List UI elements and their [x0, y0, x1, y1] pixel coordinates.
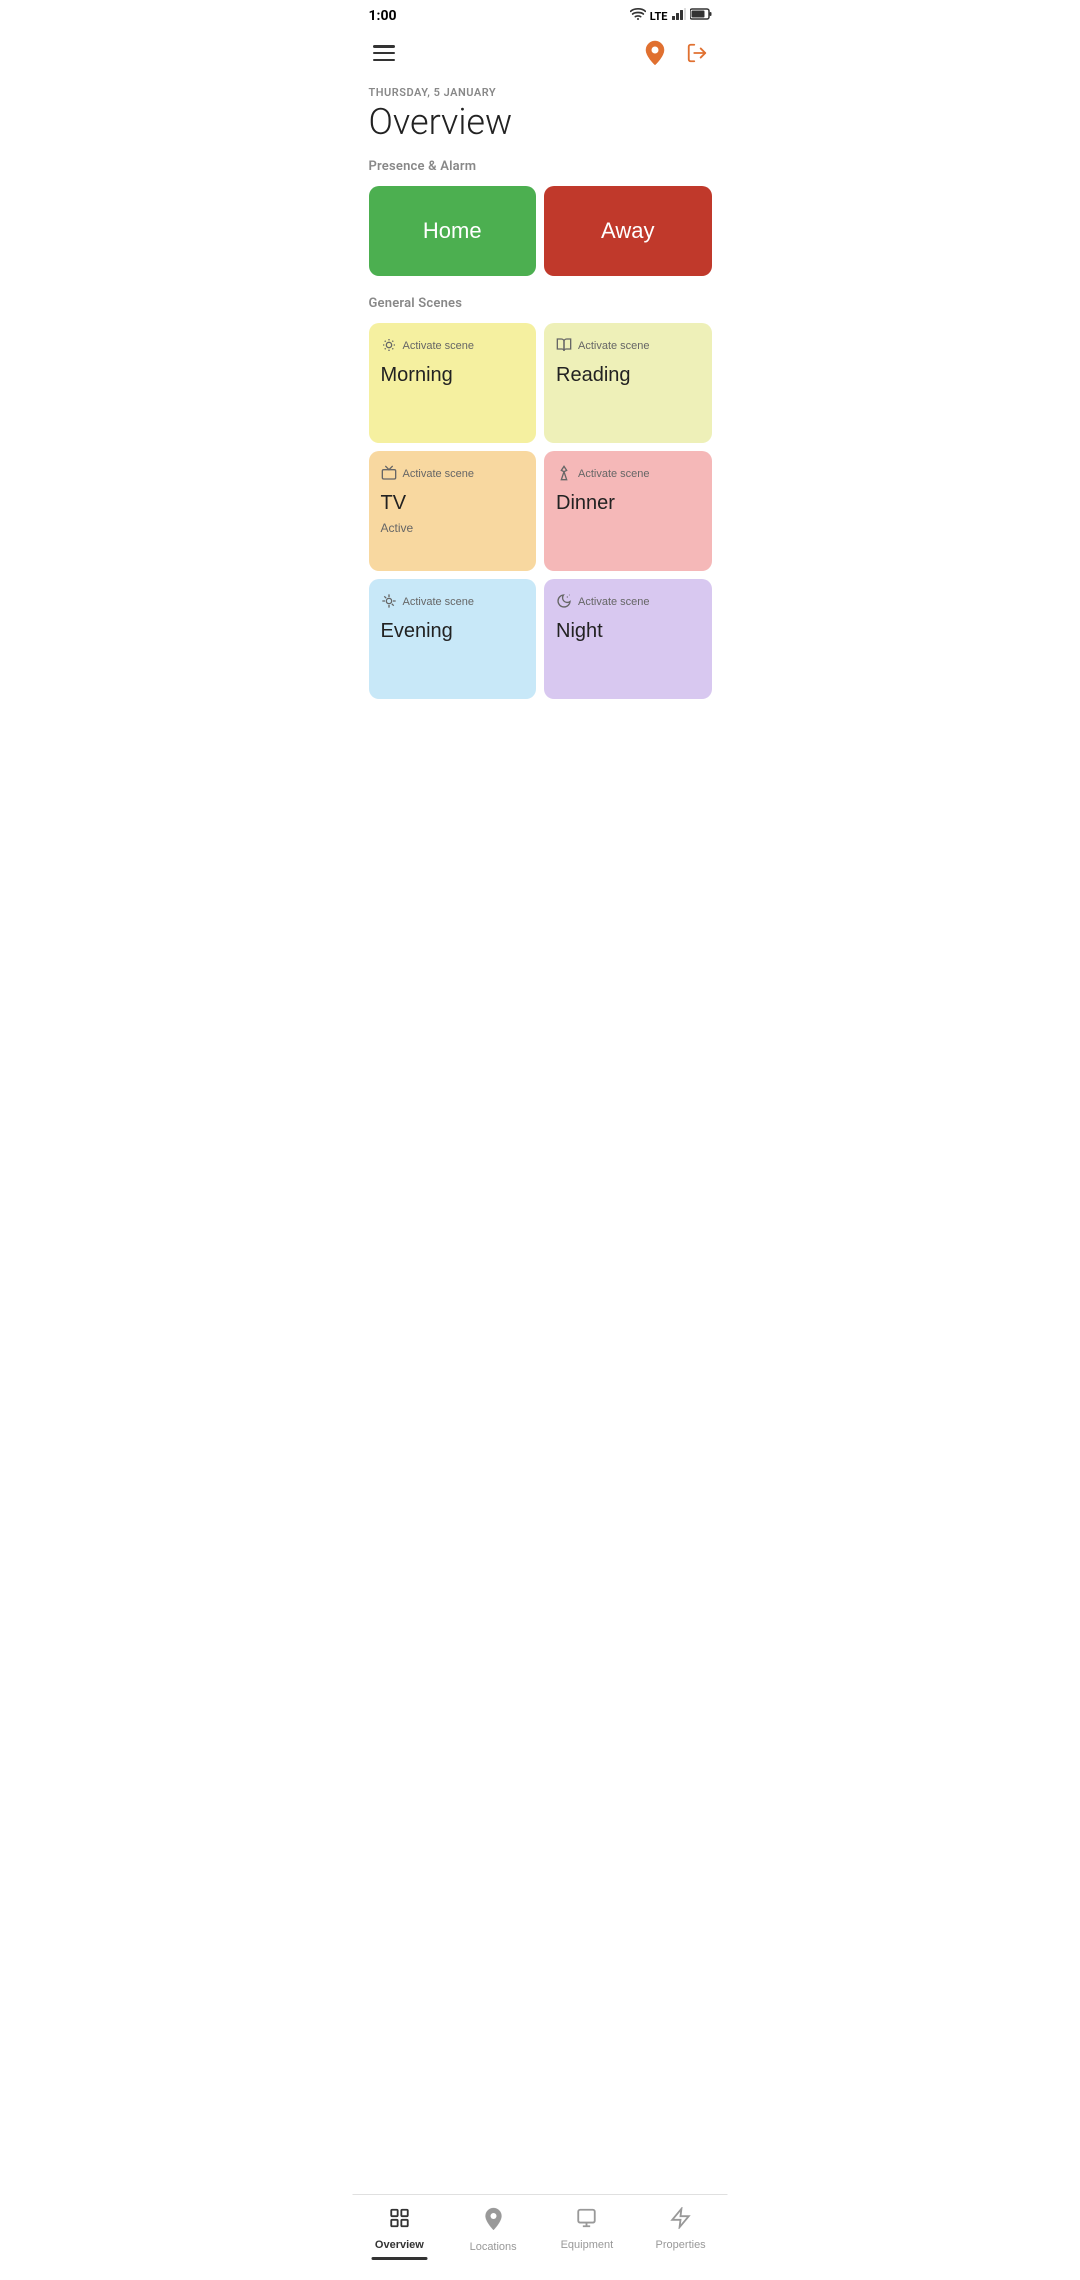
location-pin-button[interactable]	[640, 36, 670, 70]
tv-scene-name: TV	[381, 492, 525, 515]
wifi-icon	[630, 8, 646, 24]
tv-activate-label: Activate scene	[403, 468, 475, 480]
scene-label-tv: Activate scene	[381, 465, 525, 484]
scene-card-tv[interactable]: Activate scene TV Active	[369, 451, 537, 571]
status-icons: LTE	[630, 8, 712, 24]
scene-label-evening: Activate scene	[381, 593, 525, 612]
morning-activate-label: Activate scene	[403, 340, 475, 352]
bottom-nav: Overview Locations Equipment Properties	[353, 2194, 728, 2280]
scene-card-morning[interactable]: Activate scene Morning	[369, 323, 537, 443]
night-icon	[556, 593, 572, 612]
equipment-icon	[576, 2207, 598, 2235]
morning-icon	[381, 337, 397, 356]
overview-icon	[388, 2207, 410, 2235]
menu-button[interactable]	[369, 41, 399, 65]
evening-icon	[381, 593, 397, 612]
scene-grid: Activate scene Morning Activate scene Re…	[369, 323, 712, 699]
network-icon: LTE	[650, 10, 668, 23]
scene-card-night[interactable]: Activate scene Night	[544, 579, 712, 699]
general-scenes-title: General Scenes	[369, 296, 712, 311]
scene-label-dinner: Activate scene	[556, 465, 700, 484]
presence-grid: Home Away	[369, 186, 712, 276]
scene-card-evening[interactable]: Activate scene Evening	[369, 579, 537, 699]
nav-overview[interactable]: Overview	[353, 2203, 447, 2264]
reading-icon	[556, 337, 572, 356]
evening-activate-label: Activate scene	[403, 596, 475, 608]
morning-scene-name: Morning	[381, 364, 525, 387]
dinner-activate-label: Activate scene	[578, 468, 650, 480]
signal-icon	[672, 8, 686, 24]
away-button[interactable]: Away	[544, 186, 712, 276]
presence-alarm-title: Presence & Alarm	[369, 159, 712, 174]
dinner-icon	[556, 465, 572, 484]
reading-scene-name: Reading	[556, 364, 700, 387]
general-scenes-section: General Scenes Activate scene Morning	[353, 296, 728, 711]
equipment-label: Equipment	[561, 2239, 614, 2251]
scene-label-night: Activate scene	[556, 593, 700, 612]
dinner-scene-name: Dinner	[556, 492, 700, 515]
scene-card-dinner[interactable]: Activate scene Dinner	[544, 451, 712, 571]
logout-button[interactable]	[682, 38, 712, 68]
nav-locations[interactable]: Locations	[446, 2203, 540, 2264]
page-header: Thursday, 5 January Overview	[353, 82, 728, 159]
nav-equipment[interactable]: Equipment	[540, 2203, 634, 2264]
hamburger-icon	[373, 45, 395, 61]
page-title: Overview	[369, 103, 712, 143]
overview-indicator	[371, 2257, 427, 2260]
scene-label-morning: Activate scene	[381, 337, 525, 356]
locations-icon	[483, 2207, 503, 2237]
presence-alarm-section: Presence & Alarm Home Away	[353, 159, 728, 296]
overview-label: Overview	[375, 2239, 424, 2251]
properties-label: Properties	[656, 2239, 706, 2251]
tv-scene-status: Active	[381, 521, 525, 535]
top-bar	[353, 28, 728, 82]
evening-scene-name: Evening	[381, 620, 525, 643]
night-scene-name: Night	[556, 620, 700, 643]
status-bar: 1:00 LTE	[353, 0, 728, 28]
battery-icon	[690, 8, 712, 24]
page-date: Thursday, 5 January	[369, 86, 712, 99]
top-bar-actions	[640, 36, 712, 70]
scene-label-reading: Activate scene	[556, 337, 700, 356]
scene-card-reading[interactable]: Activate scene Reading	[544, 323, 712, 443]
status-time: 1:00	[369, 8, 397, 24]
nav-properties[interactable]: Properties	[634, 2203, 728, 2264]
reading-activate-label: Activate scene	[578, 340, 650, 352]
night-activate-label: Activate scene	[578, 596, 650, 608]
properties-icon	[670, 2207, 692, 2235]
home-button[interactable]: Home	[369, 186, 537, 276]
locations-label: Locations	[470, 2241, 517, 2253]
tv-icon	[381, 465, 397, 484]
